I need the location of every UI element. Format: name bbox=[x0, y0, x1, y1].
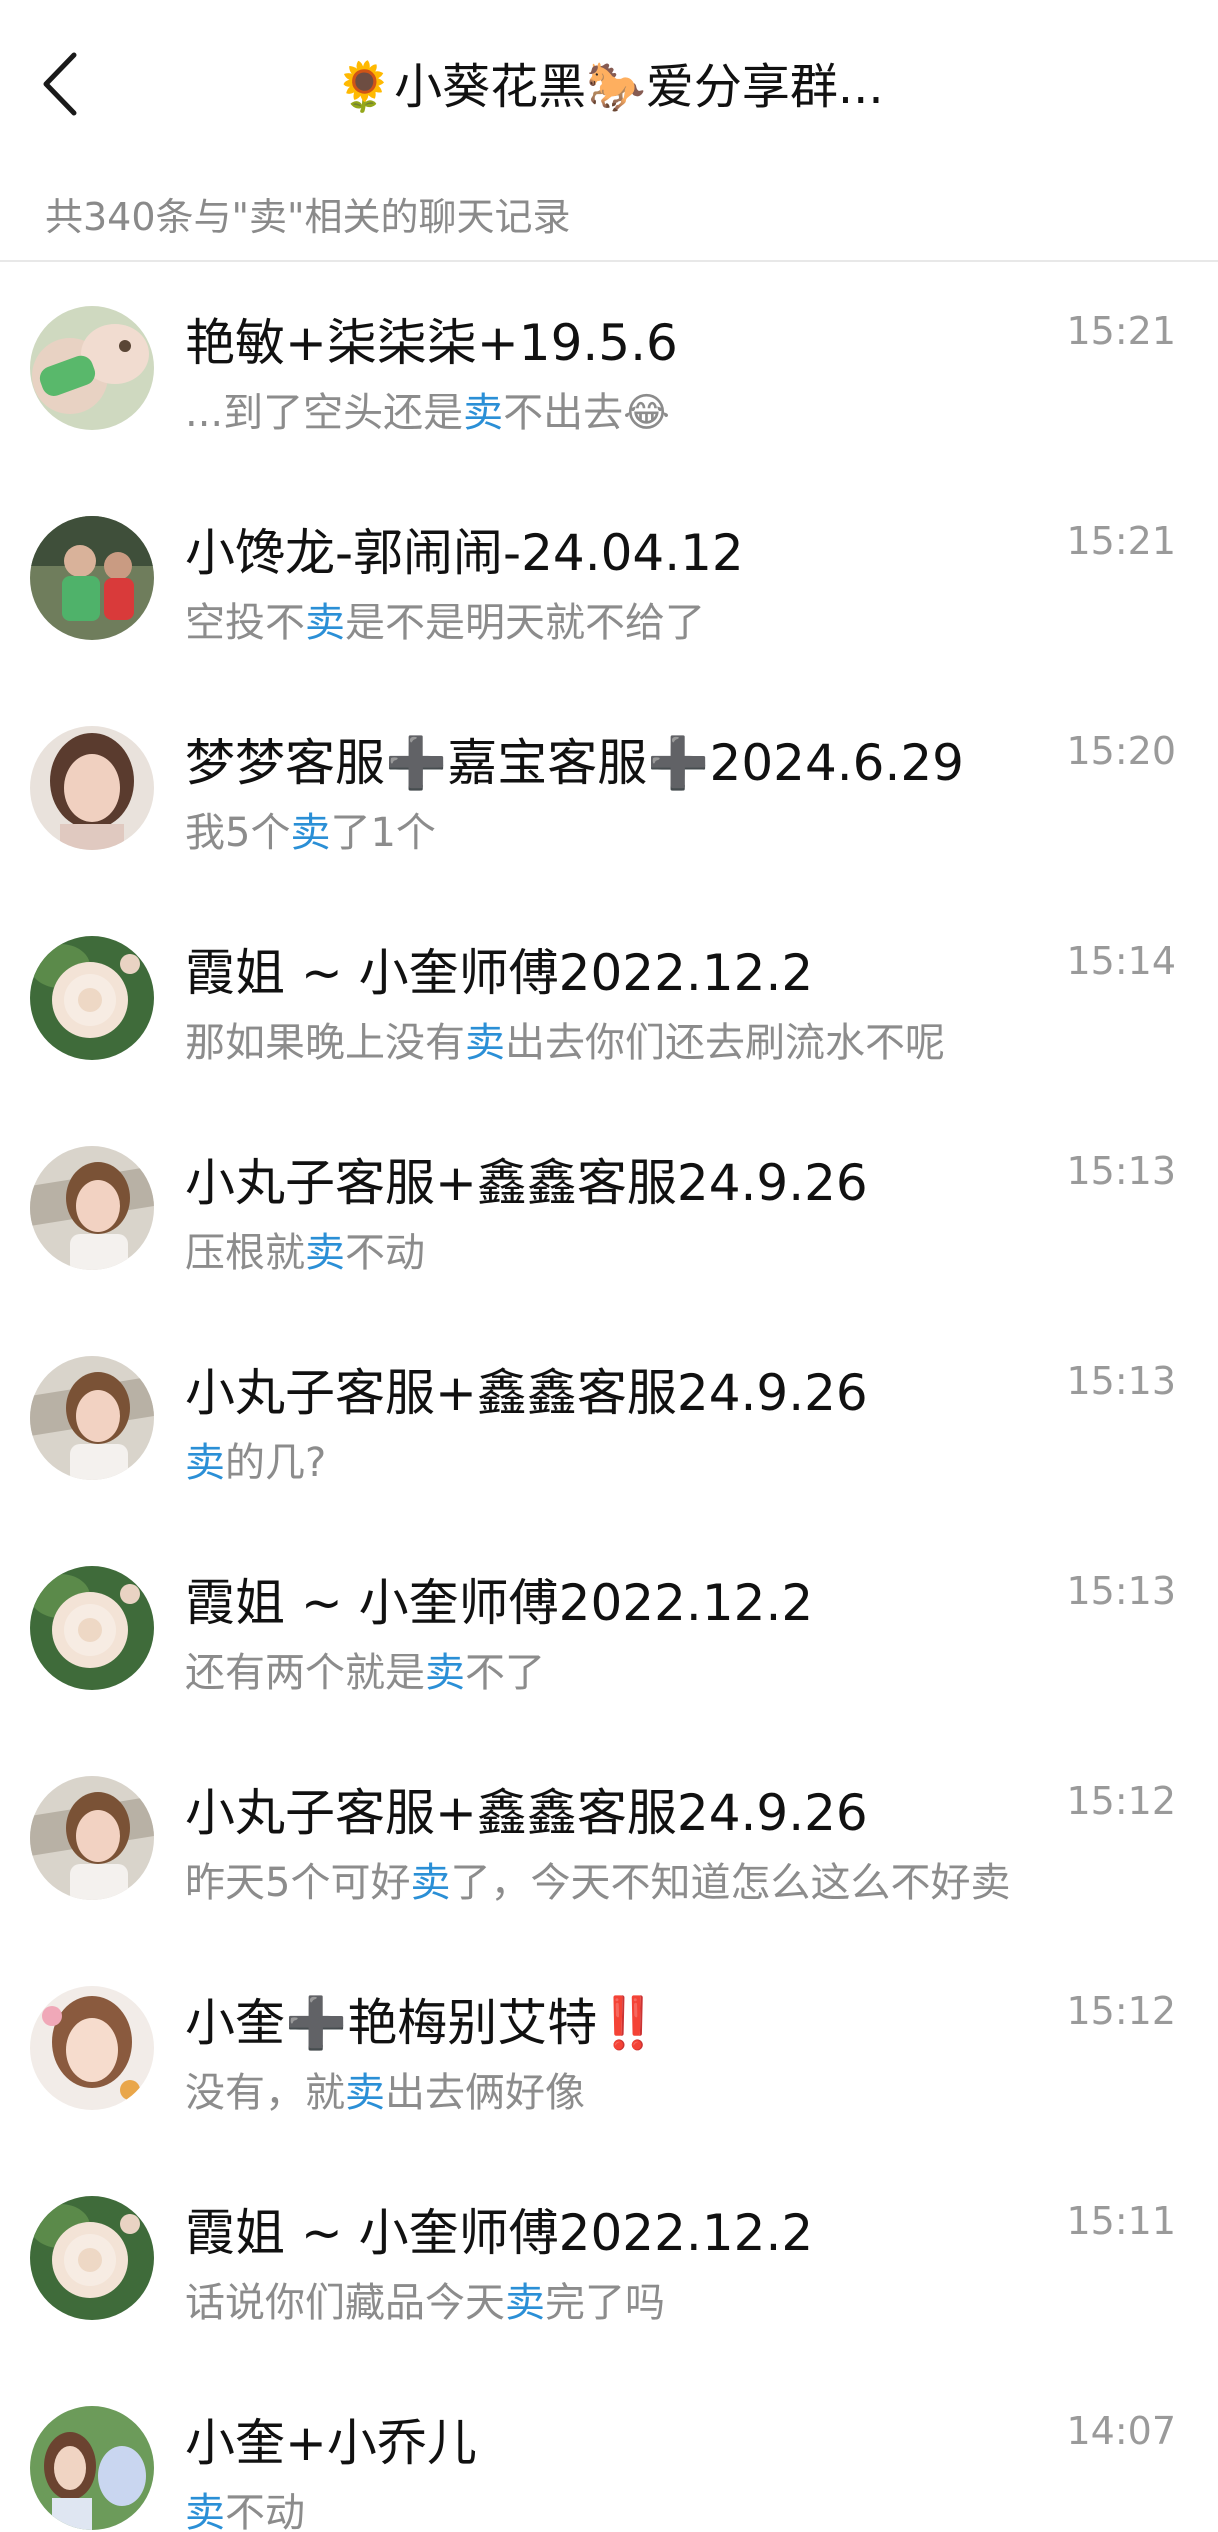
avatar bbox=[30, 306, 154, 430]
keyword-highlight: 卖 bbox=[185, 1440, 225, 1486]
keyword-highlight: 卖 bbox=[505, 2280, 545, 2326]
timestamp: 15:12 bbox=[1066, 1779, 1176, 1823]
message-snippet: 卖的几? bbox=[185, 1440, 327, 1486]
keyword-highlight: 卖 bbox=[345, 2070, 385, 2116]
timestamp: 15:11 bbox=[1066, 2199, 1176, 2243]
avatar bbox=[30, 936, 154, 1060]
keyword-highlight: 卖 bbox=[410, 1860, 451, 1906]
search-results-list: 艳敏+柒柒柒+19.5.6 ...到了空头还是卖不出去😂 15:21 小馋龙-郭… bbox=[0, 262, 1218, 2532]
keyword-highlight: 卖 bbox=[465, 1020, 505, 1066]
sender-name: 小丸子客服+鑫鑫客服24.9.26 bbox=[185, 1364, 868, 1422]
avatar bbox=[30, 726, 154, 850]
sender-name: 梦梦客服➕嘉宝客服➕2024.6.29 bbox=[185, 734, 964, 792]
list-item[interactable]: 小奎+小乔儿 卖不动 14:07 bbox=[0, 2362, 1218, 2532]
keyword-highlight: 卖 bbox=[305, 1230, 345, 1276]
chevron-left-icon bbox=[43, 52, 77, 116]
avatar bbox=[30, 1146, 154, 1270]
avatar bbox=[30, 1776, 154, 1900]
timestamp: 15:13 bbox=[1066, 1149, 1176, 1193]
message-snippet: 没有，就卖出去俩好像 bbox=[185, 2070, 585, 2116]
result-count-label: 共340条与"卖"相关的聊天记录 bbox=[45, 195, 571, 239]
message-snippet: 话说你们藏品今天卖完了吗 bbox=[185, 2280, 665, 2326]
list-item[interactable]: 小奎➕艳梅别艾特‼️ 没有，就卖出去俩好像 15:12 bbox=[0, 1942, 1218, 2152]
timestamp: 15:13 bbox=[1066, 1359, 1176, 1403]
timestamp: 15:12 bbox=[1066, 1989, 1176, 2033]
sender-name: 艳敏+柒柒柒+19.5.6 bbox=[185, 314, 678, 372]
timestamp: 14:07 bbox=[1066, 2409, 1176, 2453]
timestamp: 15:14 bbox=[1066, 939, 1176, 983]
nav-bar: 🌻小葵花黑🐎爱分享群... bbox=[0, 0, 1218, 172]
sender-name: 霞姐 ~ 小奎师傅2022.12.2 bbox=[185, 1574, 814, 1632]
avatar bbox=[30, 1986, 154, 2110]
timestamp: 15:21 bbox=[1066, 519, 1176, 563]
list-item[interactable]: 小馋龙-郭闹闹-24.04.12 空投不卖是不是明天就不给了 15:21 bbox=[0, 472, 1218, 682]
avatar bbox=[30, 2196, 154, 2320]
search-summary: 共340条与"卖"相关的聊天记录 bbox=[0, 172, 1218, 262]
back-button[interactable] bbox=[40, 44, 100, 124]
list-item[interactable]: 小丸子客服+鑫鑫客服24.9.26 昨天5个可好卖了，今天不知道怎么这么不好卖 … bbox=[0, 1732, 1218, 1942]
list-item[interactable]: 霞姐 ~ 小奎师傅2022.12.2 还有两个就是卖不了 15:13 bbox=[0, 1522, 1218, 1732]
sender-name: 小馋龙-郭闹闹-24.04.12 bbox=[185, 524, 744, 582]
avatar bbox=[30, 516, 154, 640]
sender-name: 霞姐 ~ 小奎师傅2022.12.2 bbox=[185, 2204, 814, 2262]
sender-name: 霞姐 ~ 小奎师傅2022.12.2 bbox=[185, 944, 814, 1002]
message-snippet: 卖不动 bbox=[185, 2488, 305, 2532]
avatar bbox=[30, 2406, 154, 2530]
message-snippet: 空投不卖是不是明天就不给了 bbox=[185, 600, 705, 646]
message-snippet: ...到了空头还是卖不出去😂 bbox=[185, 390, 670, 436]
sender-name: 小奎+小乔儿 bbox=[185, 2414, 477, 2472]
keyword-highlight: 卖 bbox=[425, 1650, 465, 1696]
message-snippet: 那如果晚上没有卖出去你们还去刷流水不呢 bbox=[185, 1020, 945, 1066]
avatar bbox=[30, 1566, 154, 1690]
avatar bbox=[30, 1356, 154, 1480]
keyword-highlight: 卖 bbox=[305, 600, 345, 646]
list-item[interactable]: 霞姐 ~ 小奎师傅2022.12.2 那如果晚上没有卖出去你们还去刷流水不呢 1… bbox=[0, 892, 1218, 1102]
sender-name: 小丸子客服+鑫鑫客服24.9.26 bbox=[185, 1784, 868, 1842]
list-item[interactable]: 霞姐 ~ 小奎师傅2022.12.2 话说你们藏品今天卖完了吗 15:11 bbox=[0, 2152, 1218, 2362]
list-item[interactable]: 梦梦客服➕嘉宝客服➕2024.6.29 我5个卖了1个 15:20 bbox=[0, 682, 1218, 892]
message-snippet: 还有两个就是卖不了 bbox=[185, 1650, 545, 1696]
keyword-highlight: 卖 bbox=[463, 390, 504, 436]
keyword-highlight: 卖 bbox=[290, 810, 331, 856]
timestamp: 15:13 bbox=[1066, 1569, 1176, 1613]
page-title: 🌻小葵花黑🐎爱分享群... bbox=[334, 59, 884, 115]
message-snippet: 压根就卖不动 bbox=[185, 1230, 425, 1276]
list-item[interactable]: 艳敏+柒柒柒+19.5.6 ...到了空头还是卖不出去😂 15:21 bbox=[0, 262, 1218, 472]
message-snippet: 昨天5个可好卖了，今天不知道怎么这么不好卖 bbox=[185, 1860, 1011, 1906]
timestamp: 15:20 bbox=[1066, 729, 1176, 773]
sender-name: 小奎➕艳梅别艾特‼️ bbox=[185, 1994, 660, 2052]
list-item[interactable]: 小丸子客服+鑫鑫客服24.9.26 卖的几? 15:13 bbox=[0, 1312, 1218, 1522]
timestamp: 15:21 bbox=[1066, 309, 1176, 353]
message-snippet: 我5个卖了1个 bbox=[185, 810, 436, 856]
list-item[interactable]: 小丸子客服+鑫鑫客服24.9.26 压根就卖不动 15:13 bbox=[0, 1102, 1218, 1312]
keyword-highlight: 卖 bbox=[185, 2490, 225, 2532]
sender-name: 小丸子客服+鑫鑫客服24.9.26 bbox=[185, 1154, 868, 1212]
